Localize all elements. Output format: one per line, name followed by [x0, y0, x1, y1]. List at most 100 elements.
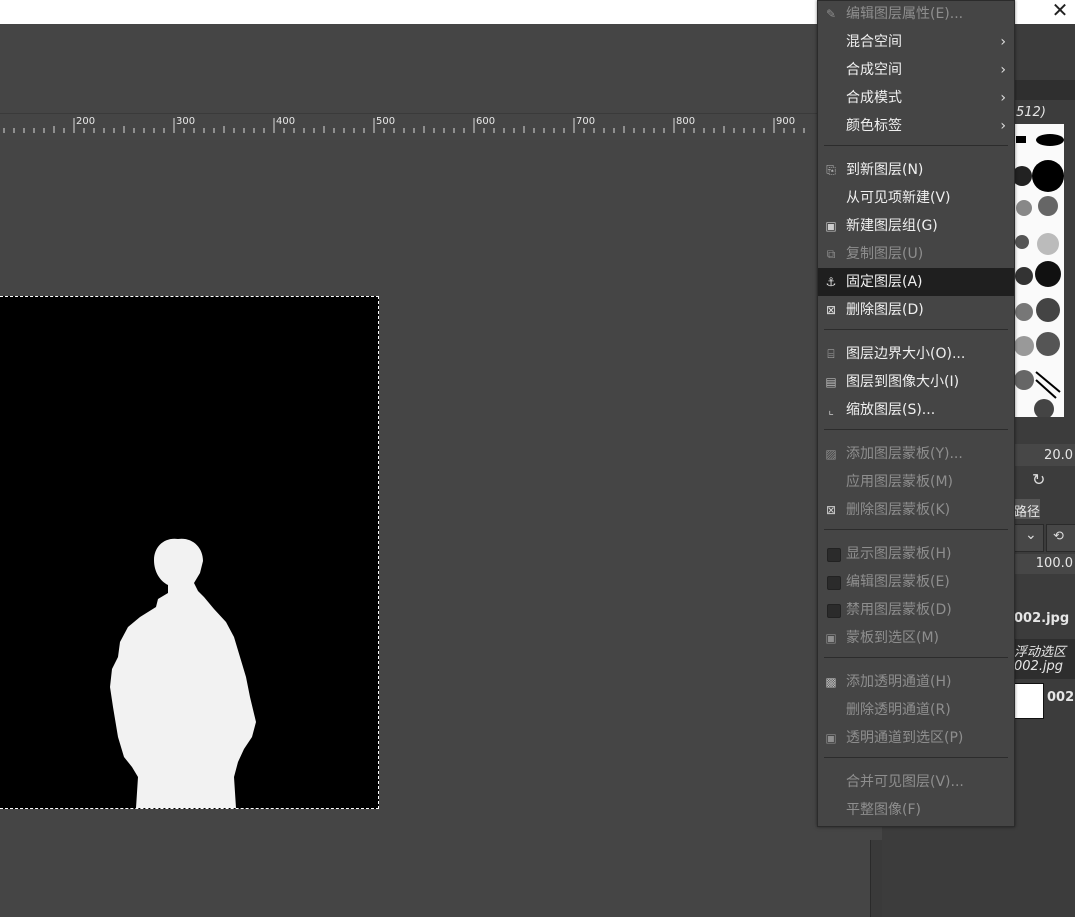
- image-name-label: 002.jpg: [1014, 611, 1070, 626]
- menu-item-layer-boundary-size[interactable]: ⌸ 图层边界大小(O)...: [818, 340, 1014, 368]
- brush-size-text: 512): [1016, 105, 1046, 120]
- menu-item-disable-layer-mask[interactable]: 禁用图层蒙板(D): [818, 596, 1014, 624]
- menu-item-add-layer-mask[interactable]: ▨ 添加图层蒙板(Y)...: [818, 440, 1014, 468]
- chevron-right-icon: ›: [1000, 34, 1006, 50]
- ruler-label: 500: [376, 116, 396, 127]
- menu-item-label: 编辑图层蒙板(E): [846, 574, 950, 590]
- layer-thumbnail[interactable]: [1014, 683, 1044, 719]
- menu-item-label: 固定图层(A): [846, 274, 923, 290]
- menu-item-edit-layer-attributes[interactable]: ✎ 编辑图层属性(E)...: [818, 0, 1014, 28]
- floating-selection-source: 002.jpg: [1014, 659, 1064, 674]
- checkbox[interactable]: [827, 604, 841, 618]
- menu-item-merge-visible-layers[interactable]: 合并可见图层(V)...: [818, 768, 1014, 796]
- menu-item-delete-layer-mask[interactable]: ⊠ 删除图层蒙板(K): [818, 496, 1014, 524]
- brush-previews: [1014, 134, 1064, 417]
- menu-item-composite-mode[interactable]: 合成模式 ›: [818, 84, 1014, 112]
- boundary-icon: ⌸: [827, 347, 835, 361]
- mode-dropdown[interactable]: ⌄: [1014, 524, 1044, 552]
- ruler-label: 900: [776, 116, 796, 127]
- menu-item-flatten-image[interactable]: 平整图像(F): [818, 796, 1014, 824]
- menu-separator: [824, 529, 1008, 530]
- menu-item-edit-layer-mask[interactable]: 编辑图层蒙板(E): [818, 568, 1014, 596]
- chevron-down-icon: ⌄: [1025, 527, 1037, 543]
- floating-selection-label: 浮动选区: [1014, 645, 1067, 660]
- tool-options-area: [0, 24, 870, 112]
- menu-separator: [824, 329, 1008, 330]
- layer-name[interactable]: 002: [1047, 690, 1074, 705]
- add-mask-icon: ▨: [825, 447, 837, 461]
- close-icon[interactable]: ✕: [1048, 0, 1072, 21]
- layer-group-icon: ▣: [825, 219, 837, 233]
- menu-item-label: 从可见项新建(V): [846, 190, 951, 206]
- menu-item-apply-layer-mask[interactable]: 应用图层蒙板(M): [818, 468, 1014, 496]
- image-canvas[interactable]: [0, 296, 379, 809]
- menu-item-scale-layer[interactable]: ⌞ 缩放图层(S)...: [818, 396, 1014, 424]
- menu-item-remove-alpha-channel[interactable]: 删除透明通道(R): [818, 696, 1014, 724]
- undo-icon[interactable]: ⟲: [1046, 524, 1075, 552]
- brush-grid[interactable]: [1014, 124, 1064, 417]
- menu-item-alpha-to-selection[interactable]: ▣ 透明通道到选区(P): [818, 724, 1014, 752]
- ruler-label: 400: [276, 116, 296, 127]
- ruler-ticks: [3, 118, 805, 133]
- menu-item-blend-space[interactable]: 混合空间 ›: [818, 28, 1014, 56]
- menu-separator: [824, 757, 1008, 758]
- menu-item-label: 禁用图层蒙板(D): [846, 602, 952, 618]
- menu-item-add-alpha-channel[interactable]: ▩ 添加透明通道(H): [818, 668, 1014, 696]
- menu-separator: [824, 429, 1008, 430]
- chevron-right-icon: ›: [1000, 118, 1006, 134]
- menu-item-label: 缩放图层(S)...: [846, 402, 936, 418]
- menu-item-label: 添加图层蒙板(Y)...: [846, 446, 963, 462]
- layer-context-menu: ✎ 编辑图层属性(E)... 混合空间 › 合成空间 › 合成模式 › 颜色标签…: [817, 0, 1015, 827]
- menu-item-label: 显示图层蒙板(H): [846, 546, 952, 562]
- alpha-icon: ▩: [825, 675, 837, 689]
- paths-tab-label: 路径: [1014, 505, 1041, 520]
- delete-mask-icon: ⊠: [825, 503, 837, 517]
- menu-item-label: 应用图层蒙板(M): [846, 474, 954, 490]
- menu-item-duplicate-layer[interactable]: ⧉ 复制图层(U): [818, 240, 1014, 268]
- menu-item-label: 颜色标签: [846, 118, 902, 134]
- ruler-label: 600: [476, 116, 496, 127]
- new-layer-icon: ⎘: [826, 163, 836, 177]
- menu-item-label: 删除图层(D): [846, 302, 924, 318]
- size-value: 20.0: [1044, 448, 1073, 463]
- menu-item-layer-to-image-size[interactable]: ▤ 图层到图像大小(I): [818, 368, 1014, 396]
- menu-separator: [824, 145, 1008, 146]
- ruler-label: 200: [76, 116, 96, 127]
- menu-item-label: 混合空间: [846, 34, 902, 50]
- menu-item-label: 透明通道到选区(P): [846, 730, 964, 746]
- ruler-label: 700: [576, 116, 596, 127]
- anchor-icon: ⚓: [825, 275, 837, 289]
- menu-item-label: 合并可见图层(V)...: [846, 774, 964, 790]
- menu-item-label: 蒙板到选区(M): [846, 630, 940, 646]
- menu-item-label: 合成模式: [846, 90, 902, 106]
- opacity-field[interactable]: 100.0: [1014, 554, 1075, 574]
- menu-item-label: 图层边界大小(O)...: [846, 346, 966, 362]
- menu-item-label: 添加透明通道(H): [846, 674, 952, 690]
- tab-paths[interactable]: 路径: [1014, 499, 1041, 520]
- menu-item-label: 平整图像(F): [846, 802, 921, 818]
- menu-item-label: 删除透明通道(R): [846, 702, 951, 718]
- checkbox[interactable]: [827, 548, 841, 562]
- horizontal-ruler: 200 300 400 500 600 700 800 900: [0, 113, 870, 134]
- menu-item-new-layer-group[interactable]: ▣ 新建图层组(G): [818, 212, 1014, 240]
- menu-item-label: 到新图层(N): [846, 162, 924, 178]
- opacity-value: 100.0: [1035, 556, 1073, 571]
- ruler-label: 300: [176, 116, 196, 127]
- menu-item-new-from-visible[interactable]: 从可见项新建(V): [818, 184, 1014, 212]
- edit-icon: ✎: [825, 7, 837, 21]
- menu-item-label: 删除图层蒙板(K): [846, 502, 951, 518]
- menu-separator: [824, 657, 1008, 658]
- size-field[interactable]: 20.0: [1014, 444, 1075, 466]
- menu-item-to-new-layer[interactable]: ⎘ 到新图层(N): [818, 156, 1014, 184]
- menu-item-composite-space[interactable]: 合成空间 ›: [818, 56, 1014, 84]
- menu-item-mask-to-selection[interactable]: ▣ 蒙板到选区(M): [818, 624, 1014, 652]
- menu-item-delete-layer[interactable]: ⊠ 删除图层(D): [818, 296, 1014, 324]
- menu-item-label: 合成空间: [846, 62, 902, 78]
- menu-item-show-layer-mask[interactable]: 显示图层蒙板(H): [818, 540, 1014, 568]
- menu-item-anchor-layer[interactable]: ⚓ 固定图层(A): [818, 268, 1014, 296]
- checkbox[interactable]: [827, 576, 841, 590]
- reset-icon[interactable]: ↻: [1032, 470, 1045, 489]
- chevron-right-icon: ›: [1000, 62, 1006, 78]
- menu-item-color-tag[interactable]: 颜色标签 ›: [818, 112, 1014, 140]
- menu-item-label: 新建图层组(G): [846, 218, 938, 234]
